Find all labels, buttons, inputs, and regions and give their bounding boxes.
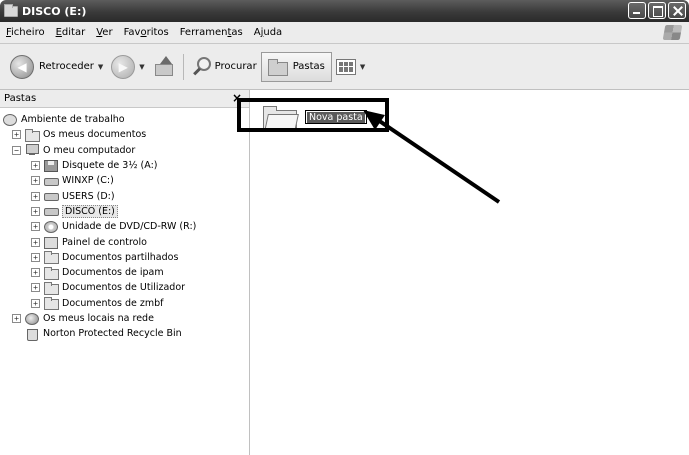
menu-favorites[interactable]: Favoritos: [124, 27, 169, 38]
tree-item-label: O meu computador: [43, 144, 136, 156]
expand-icon[interactable]: +: [31, 161, 40, 171]
menu-view[interactable]: Ver: [96, 27, 112, 38]
menu-file[interactable]: Ficheiro: [6, 27, 45, 38]
folders-pane-title: Pastas: [4, 93, 37, 104]
expand-icon[interactable]: +: [31, 298, 40, 308]
minimize-button[interactable]: [628, 2, 646, 19]
tree-item-label: Ambiente de trabalho: [21, 114, 125, 126]
tree-item-drive-c[interactable]: + WINXP (C:): [0, 173, 249, 188]
window-controls: [628, 2, 686, 19]
forward-arrow-icon: ▶: [111, 54, 136, 79]
desktop-icon: [3, 113, 17, 126]
recycle-bin-icon: [25, 328, 39, 341]
folders-pane: Pastas × Ambiente de trabalho + Os meus …: [0, 90, 250, 455]
tree-item-shared-documents[interactable]: + Documentos partilhados: [0, 250, 249, 265]
tree-item-label: Os meus locais na rede: [43, 313, 154, 324]
close-button[interactable]: [668, 2, 686, 19]
tree-item-floppy[interactable]: + Disquete de 3½ (A:): [0, 158, 249, 173]
control-panel-icon: [44, 236, 58, 250]
expand-icon[interactable]: +: [31, 206, 40, 216]
folders-pane-header: Pastas ×: [0, 90, 249, 108]
tree-item-documents-zmbf[interactable]: + Documentos de zmbf: [0, 296, 249, 311]
hard-drive-icon: [44, 190, 59, 202]
floppy-drive-icon: [44, 159, 58, 172]
tree-item-recycle-bin[interactable]: Norton Protected Recycle Bin: [0, 326, 249, 341]
tree-item-label: Documentos partilhados: [62, 251, 179, 263]
expand-icon[interactable]: +: [31, 268, 40, 278]
views-icon: [335, 58, 356, 75]
title-bar: DISCO (E:): [0, 0, 689, 22]
menu-help[interactable]: Ajuda: [254, 27, 282, 38]
folder-icon: [267, 58, 288, 76]
folder-icon: [44, 297, 59, 311]
menu-edit[interactable]: Editar: [56, 27, 86, 38]
expand-icon[interactable]: +: [31, 283, 40, 293]
cd-drive-icon: [44, 220, 58, 233]
tree-item-network[interactable]: + Os meus locais na rede: [0, 311, 249, 326]
expand-icon[interactable]: +: [12, 314, 21, 323]
toolbar: ◀ Retroceder ▼ ▶ ▼ Procurar Pastas ▼: [0, 44, 689, 90]
expand-icon[interactable]: +: [31, 252, 40, 262]
toolbar-separator: [182, 53, 184, 80]
folder-tree: Ambiente de trabalho + Os meus documento…: [0, 108, 249, 341]
tree-item-label: WINXP (C:): [62, 175, 114, 187]
back-label: Retroceder: [39, 61, 94, 72]
window-title: DISCO (E:): [22, 4, 87, 18]
expand-icon[interactable]: +: [31, 176, 40, 186]
tree-item-my-documents[interactable]: + Os meus documentos: [0, 127, 249, 142]
tree-item-documents-ipam[interactable]: + Documentos de ipam: [0, 265, 249, 280]
documents-folder-icon: [25, 128, 40, 142]
chevron-down-icon[interactable]: ▼: [98, 63, 103, 71]
views-button[interactable]: ▼: [335, 55, 365, 79]
folders-label: Pastas: [292, 61, 325, 72]
menu-tools[interactable]: Ferramentas: [180, 27, 243, 38]
tree-item-documents-user[interactable]: + Documentos de Utilizador: [0, 280, 249, 295]
pointer-arrow-icon: [363, 110, 501, 204]
tree-item-drive-e[interactable]: + DISCO (E:): [0, 204, 249, 219]
up-folder-icon: [153, 55, 175, 78]
up-folder-button[interactable]: [149, 50, 179, 84]
collapse-icon[interactable]: −: [12, 145, 21, 155]
expand-icon[interactable]: +: [12, 130, 21, 140]
folder-icon: [44, 251, 59, 265]
chevron-down-icon[interactable]: ▼: [360, 63, 365, 71]
tree-item-label: Documentos de zmbf: [62, 297, 164, 309]
tree-item-control-panel[interactable]: + Painel de controlo: [0, 234, 249, 250]
windows-logo-icon: [662, 25, 683, 40]
tree-item-label: Disquete de 3½ (A:): [62, 160, 158, 172]
tree-item-label: Unidade de DVD/CD-RW (R:): [62, 221, 197, 233]
tree-item-my-computer[interactable]: − O meu computador: [0, 143, 249, 158]
folder-icon: [4, 3, 18, 17]
search-label: Procurar: [214, 61, 257, 72]
folder-icon: [44, 281, 59, 295]
tree-item-label: Documentos de Utilizador: [62, 282, 186, 294]
forward-button[interactable]: ▶ ▼: [107, 50, 148, 84]
expand-icon[interactable]: +: [31, 191, 40, 201]
tree-item-label: USERS (D:): [62, 190, 115, 202]
back-button[interactable]: ◀ Retroceder ▼: [6, 50, 107, 84]
menu-bar: Ficheiro Editar Ver Favoritos Ferramenta…: [0, 22, 689, 44]
tree-item-desktop[interactable]: Ambiente de trabalho: [0, 112, 249, 127]
tree-item-drive-d[interactable]: + USERS (D:): [0, 188, 249, 203]
search-icon: [192, 56, 212, 77]
tree-item-label: DISCO (E:): [62, 204, 118, 218]
tree-item-label: Painel de controlo: [62, 236, 147, 248]
back-arrow-icon: ◀: [10, 54, 34, 79]
tree-item-label: Documentos de ipam: [62, 267, 164, 279]
chevron-down-icon[interactable]: ▼: [139, 63, 144, 71]
file-list[interactable]: Nova pasta: [237, 90, 689, 455]
expand-icon[interactable]: +: [31, 222, 40, 232]
hard-drive-icon: [44, 175, 59, 187]
search-button[interactable]: Procurar: [188, 50, 261, 84]
tree-item-label: Norton Protected Recycle Bin: [43, 328, 182, 340]
tree-item-label: Os meus documentos: [43, 129, 147, 141]
maximize-button[interactable]: [648, 2, 666, 19]
tree-item-dvd-drive[interactable]: + Unidade de DVD/CD-RW (R:): [0, 219, 249, 234]
computer-icon: [25, 144, 39, 156]
folders-button[interactable]: Pastas: [260, 51, 332, 82]
hard-drive-icon: [44, 205, 59, 217]
expand-icon[interactable]: +: [31, 237, 40, 247]
network-icon: [25, 312, 39, 325]
folder-icon: [44, 266, 59, 280]
